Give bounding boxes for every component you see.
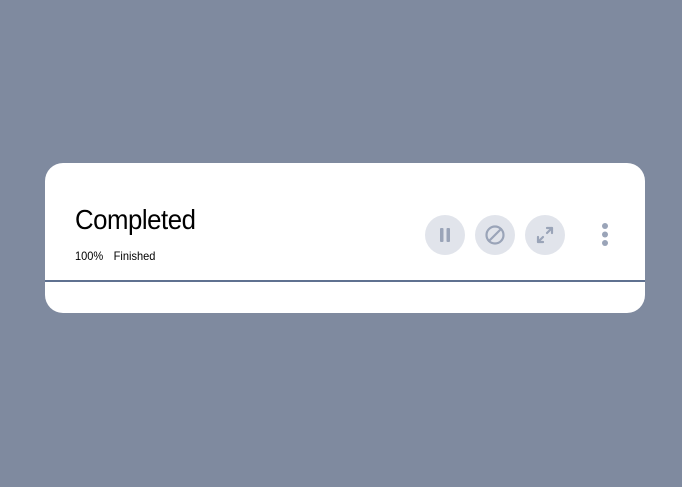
- more-options-button[interactable]: [595, 215, 615, 255]
- progress-bar: [45, 280, 645, 282]
- download-card: Completed 100% Finished: [45, 163, 645, 313]
- action-bar: [425, 215, 615, 255]
- expand-button[interactable]: [525, 215, 565, 255]
- pause-button[interactable]: [425, 215, 465, 255]
- progress-percent: 100%: [75, 249, 104, 263]
- progress-bar-fill: [45, 280, 645, 282]
- cancel-button[interactable]: [475, 215, 515, 255]
- pause-icon: [440, 228, 450, 242]
- status-title: Completed: [75, 204, 196, 235]
- status-meta: 100% Finished: [75, 249, 155, 263]
- cancel-icon: [485, 225, 505, 245]
- expand-icon: [536, 226, 554, 244]
- more-vertical-icon: [602, 223, 608, 246]
- state-label: Finished: [113, 249, 156, 263]
